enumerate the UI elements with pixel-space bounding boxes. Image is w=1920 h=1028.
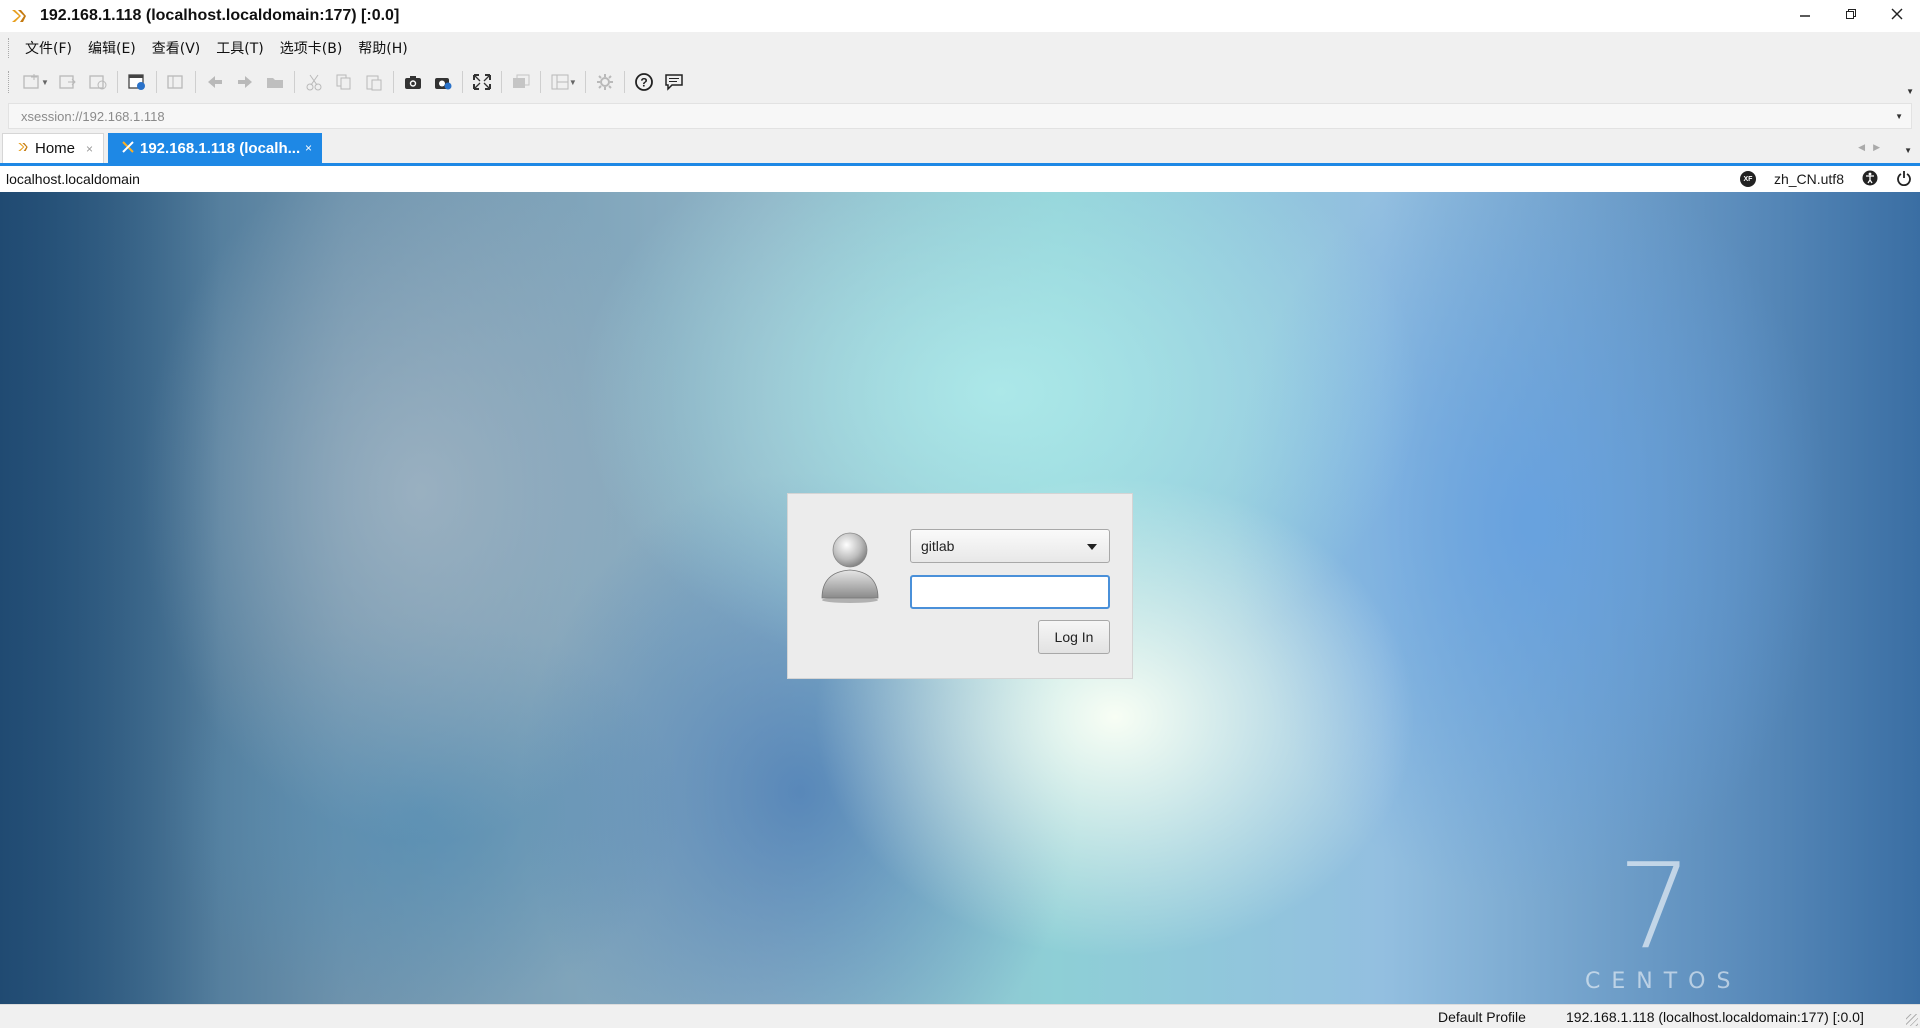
back-icon[interactable] (200, 68, 230, 96)
window-mode-icon[interactable] (506, 68, 536, 96)
toolbar-overflow-icon[interactable]: ▼ (1906, 87, 1914, 96)
session-manager-icon[interactable] (122, 68, 152, 96)
session-top-bar: localhost.localdomain XF zh_CN.utf8 (0, 166, 1920, 192)
toolbar: ▼ ▼ ? ▼ (0, 64, 1920, 100)
session-indicators: XF zh_CN.utf8 (1739, 166, 1912, 192)
menu-help[interactable]: 帮助(H) (352, 38, 413, 58)
restore-icon[interactable] (1828, 0, 1874, 28)
tab-label: Home (35, 140, 76, 157)
toolbar-separator (623, 71, 625, 93)
username-value: gitlab (921, 538, 955, 554)
chevron-down-icon (1087, 544, 1097, 550)
resize-grip-icon[interactable] (1906, 1014, 1918, 1026)
minimize-icon[interactable] (1782, 0, 1828, 28)
screenshot-settings-icon[interactable] (428, 68, 458, 96)
accessibility-icon[interactable] (1862, 170, 1878, 189)
desktop-vignette (0, 192, 220, 1004)
centos-logo-number: 7 (1617, 847, 1692, 957)
toolbar-separator (461, 71, 463, 93)
menu-bar: 文件(F) 编辑(E) 查看(V) 工具(T) 选项卡(B) 帮助(H) (0, 32, 1920, 64)
status-session: 192.168.1.118 (localhost.localdomain:177… (1566, 1009, 1864, 1025)
copy-icon[interactable] (329, 68, 359, 96)
menu-file[interactable]: 文件(F) (19, 38, 78, 58)
power-icon[interactable] (1896, 170, 1912, 189)
help-icon[interactable]: ? (629, 68, 659, 96)
username-select[interactable]: gitlab (910, 529, 1110, 563)
tab-scroll-arrows-icon[interactable]: ◀▶ (1858, 142, 1888, 153)
password-input[interactable] (910, 575, 1110, 609)
title-bar: 192.168.1.118 (localhost.localdomain:177… (0, 0, 1920, 32)
new-session-icon[interactable] (17, 68, 47, 96)
login-dialog: gitlab Log In (787, 493, 1133, 679)
x-session-icon (122, 140, 134, 156)
toolbar-separator (194, 71, 196, 93)
centos-logo-text: CENTOS (1585, 969, 1742, 994)
toolbar-separator (116, 71, 118, 93)
tab-session[interactable]: 192.168.1.118 (localh... × (108, 133, 322, 163)
forward-icon[interactable] (230, 68, 260, 96)
user-avatar-icon (818, 528, 882, 604)
address-input[interactable]: xsession://192.168.1.118 ▼ (8, 103, 1912, 129)
window-controls (1782, 0, 1920, 30)
close-icon[interactable]: × (86, 142, 93, 156)
toolbar-separator (392, 71, 394, 93)
menu-view[interactable]: 查看(V) (146, 38, 207, 58)
properties-icon[interactable] (161, 68, 191, 96)
address-bar: xsession://192.168.1.118 ▼ (0, 100, 1920, 132)
toolbar-separator (584, 71, 586, 93)
open-icon[interactable] (53, 68, 83, 96)
toolbar-separator (293, 71, 295, 93)
toolbar-separator (500, 71, 502, 93)
xmanager-icon (17, 141, 29, 156)
status-bar: Default Profile 192.168.1.118 (localhost… (0, 1004, 1920, 1028)
menu-tools[interactable]: 工具(T) (210, 38, 269, 58)
toolbar-separator (539, 71, 541, 93)
tab-home[interactable]: Home × (2, 133, 104, 163)
remote-desktop[interactable]: 7 CENTOS gitlab Log In (0, 192, 1920, 1004)
login-button[interactable]: Log In (1038, 620, 1110, 654)
chevron-down-icon[interactable]: ▼ (1904, 146, 1912, 155)
chat-icon[interactable] (659, 68, 689, 96)
folder-icon[interactable] (260, 68, 290, 96)
session-locale[interactable]: zh_CN.utf8 (1774, 171, 1844, 187)
keyboard-layout-icon[interactable]: XF (1739, 171, 1756, 187)
menu-edit[interactable]: 编辑(E) (82, 38, 142, 58)
menu-grip (8, 38, 11, 58)
window-title: 192.168.1.118 (localhost.localdomain:177… (40, 7, 400, 24)
settings-icon[interactable] (590, 68, 620, 96)
chevron-down-icon[interactable]: ▼ (1895, 112, 1903, 121)
session-hostname: localhost.localdomain (6, 171, 140, 187)
tab-bar: Home × 192.168.1.118 (localh... × ◀▶ ▼ (0, 132, 1920, 166)
status-profile: Default Profile (1438, 1009, 1526, 1025)
disconnect-icon[interactable] (83, 68, 113, 96)
paste-icon[interactable] (359, 68, 389, 96)
fullscreen-icon[interactable] (467, 68, 497, 96)
xmanager-icon (8, 5, 30, 27)
menu-tabs[interactable]: 选项卡(B) (274, 38, 349, 58)
address-value: xsession://192.168.1.118 (21, 108, 165, 124)
toolbar-grip (8, 71, 11, 93)
svg-text:7: 7 (1617, 847, 1692, 957)
screenshot-icon[interactable] (398, 68, 428, 96)
cut-icon[interactable] (299, 68, 329, 96)
close-icon[interactable]: × (305, 141, 312, 155)
toolbar-separator (155, 71, 157, 93)
layout-icon[interactable] (545, 68, 575, 96)
svg-text:?: ? (640, 76, 647, 90)
close-icon[interactable] (1874, 0, 1920, 28)
tab-label: 192.168.1.118 (localh... (140, 139, 301, 157)
